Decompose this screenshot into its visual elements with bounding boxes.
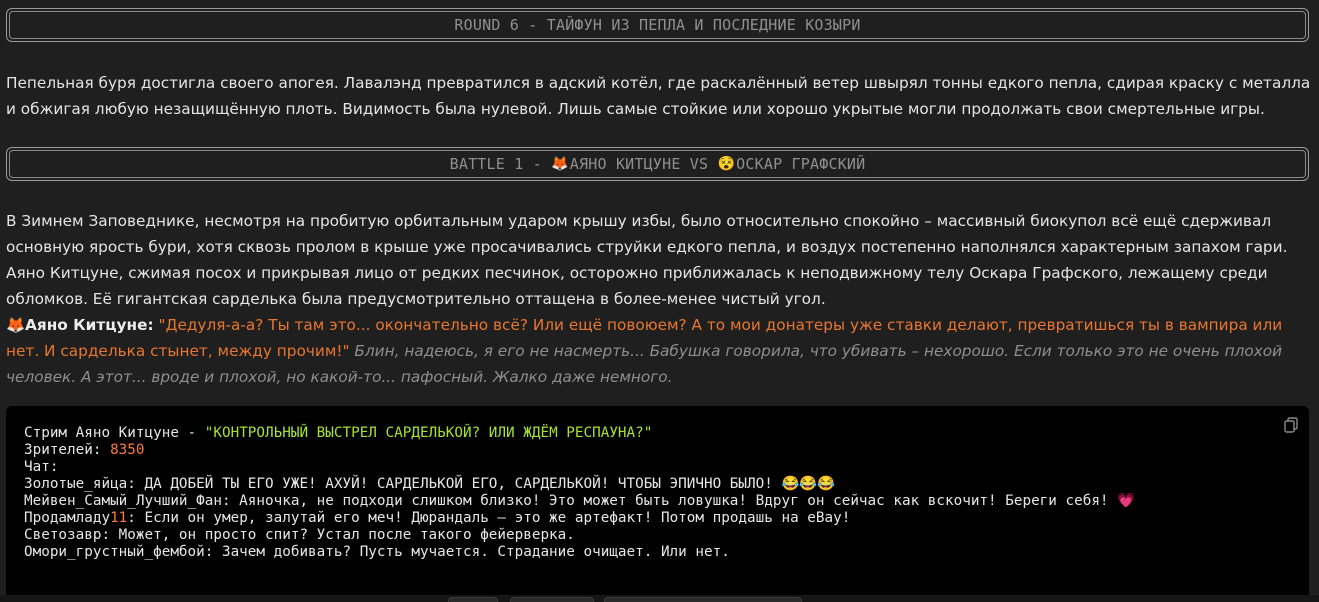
chat-page: ROUND 6 - ТАЙФУН ИЗ ПЕПЛА И ПОСЛЕДНИЕ КО… (0, 0, 1319, 602)
chat-message-text: : Если он умер, залутай его меч! Дюранда… (127, 510, 851, 526)
chat-message: Продамладу11: Если он умер, залутай его … (24, 510, 1291, 527)
chat-message: Мейвен_Самый_Лучший_Фан: Аяночка, не под… (24, 493, 1135, 509)
round-banner: ROUND 6 - ТАЙФУН ИЗ ПЕПЛА И ПОСЛЕДНИЕ КО… (6, 8, 1309, 42)
vs-label: VS (680, 155, 718, 173)
battle-banner-title: BATTLE 1 - 🦊 АЯНО КИТЦУНЕ VS 😵 ОСКАР ГРА… (9, 150, 1306, 178)
round-banner-title: ROUND 6 - ТАЙФУН ИЗ ПЕПЛА И ПОСЛЕДНИЕ КО… (9, 11, 1306, 39)
chat-message: Светозавр: Может, он просто спит? Устал … (24, 527, 575, 543)
viewers-count: 8350 (110, 442, 145, 458)
fighter1-name: АЯНО КИТЦУНЕ (569, 155, 681, 173)
battle-banner: BATTLE 1 - 🦊 АЯНО КИТЦУНЕ VS 😵 ОСКАР ГРА… (6, 147, 1309, 181)
chat-username-number: 11 (110, 510, 128, 526)
chat-message: Золотые_яйца: ДА ДОБЕЙ ТЫ ЕГО УЖЕ! АХУЙ!… (24, 476, 835, 492)
speaker-name: Аяно Китцуне: (25, 316, 154, 334)
toolbar-button[interactable] (448, 597, 498, 602)
stream-title: "КОНТРОЛЬНЫЙ ВЫСТРЕЛ САРДЕЛЬКОЙ? ИЛИ ЖДЁ… (204, 425, 653, 441)
scene-text: В Зимнем Заповеднике, несмотря на пробит… (6, 212, 1288, 308)
fox-emoji-icon: 🦊 (551, 156, 569, 172)
fighter2-name: ОСКАР ГРАФСКИЙ (736, 155, 866, 173)
scene-paragraph: В Зимнем Заповеднике, несмотря на пробит… (6, 208, 1312, 390)
viewers-label: Зрителей: (24, 442, 111, 458)
toolbar-button[interactable] (510, 597, 594, 602)
stream-title-line: Стрим Аяно Китцуне - "КОНТРОЛЬНЫЙ ВЫСТРЕ… (24, 425, 1291, 442)
fox-emoji-icon: 🦊 (6, 316, 26, 334)
chat-label: Чат: (24, 459, 59, 475)
chat-message: Омори_грустный_фембой: Зачем добивать? П… (24, 544, 730, 560)
stream-title-prefix: Стрим Аяно Китцуне - (24, 425, 205, 441)
toolbar-button[interactable] (604, 597, 802, 602)
battle-prefix: BATTLE 1 - (449, 155, 552, 173)
stream-code-block: Стрим Аяно Китцуне - "КОНТРОЛЬНЫЙ ВЫСТРЕ… (6, 406, 1309, 602)
intro-paragraph: Пепельная буря достигла своего апогея. Л… (6, 74, 1311, 118)
viewers-line: Зрителей: 8350 (24, 442, 1291, 459)
dizzy-face-emoji-icon: 😵 (717, 156, 736, 172)
copy-icon[interactable] (1283, 417, 1299, 433)
chat-username: Продамладу (24, 510, 111, 526)
